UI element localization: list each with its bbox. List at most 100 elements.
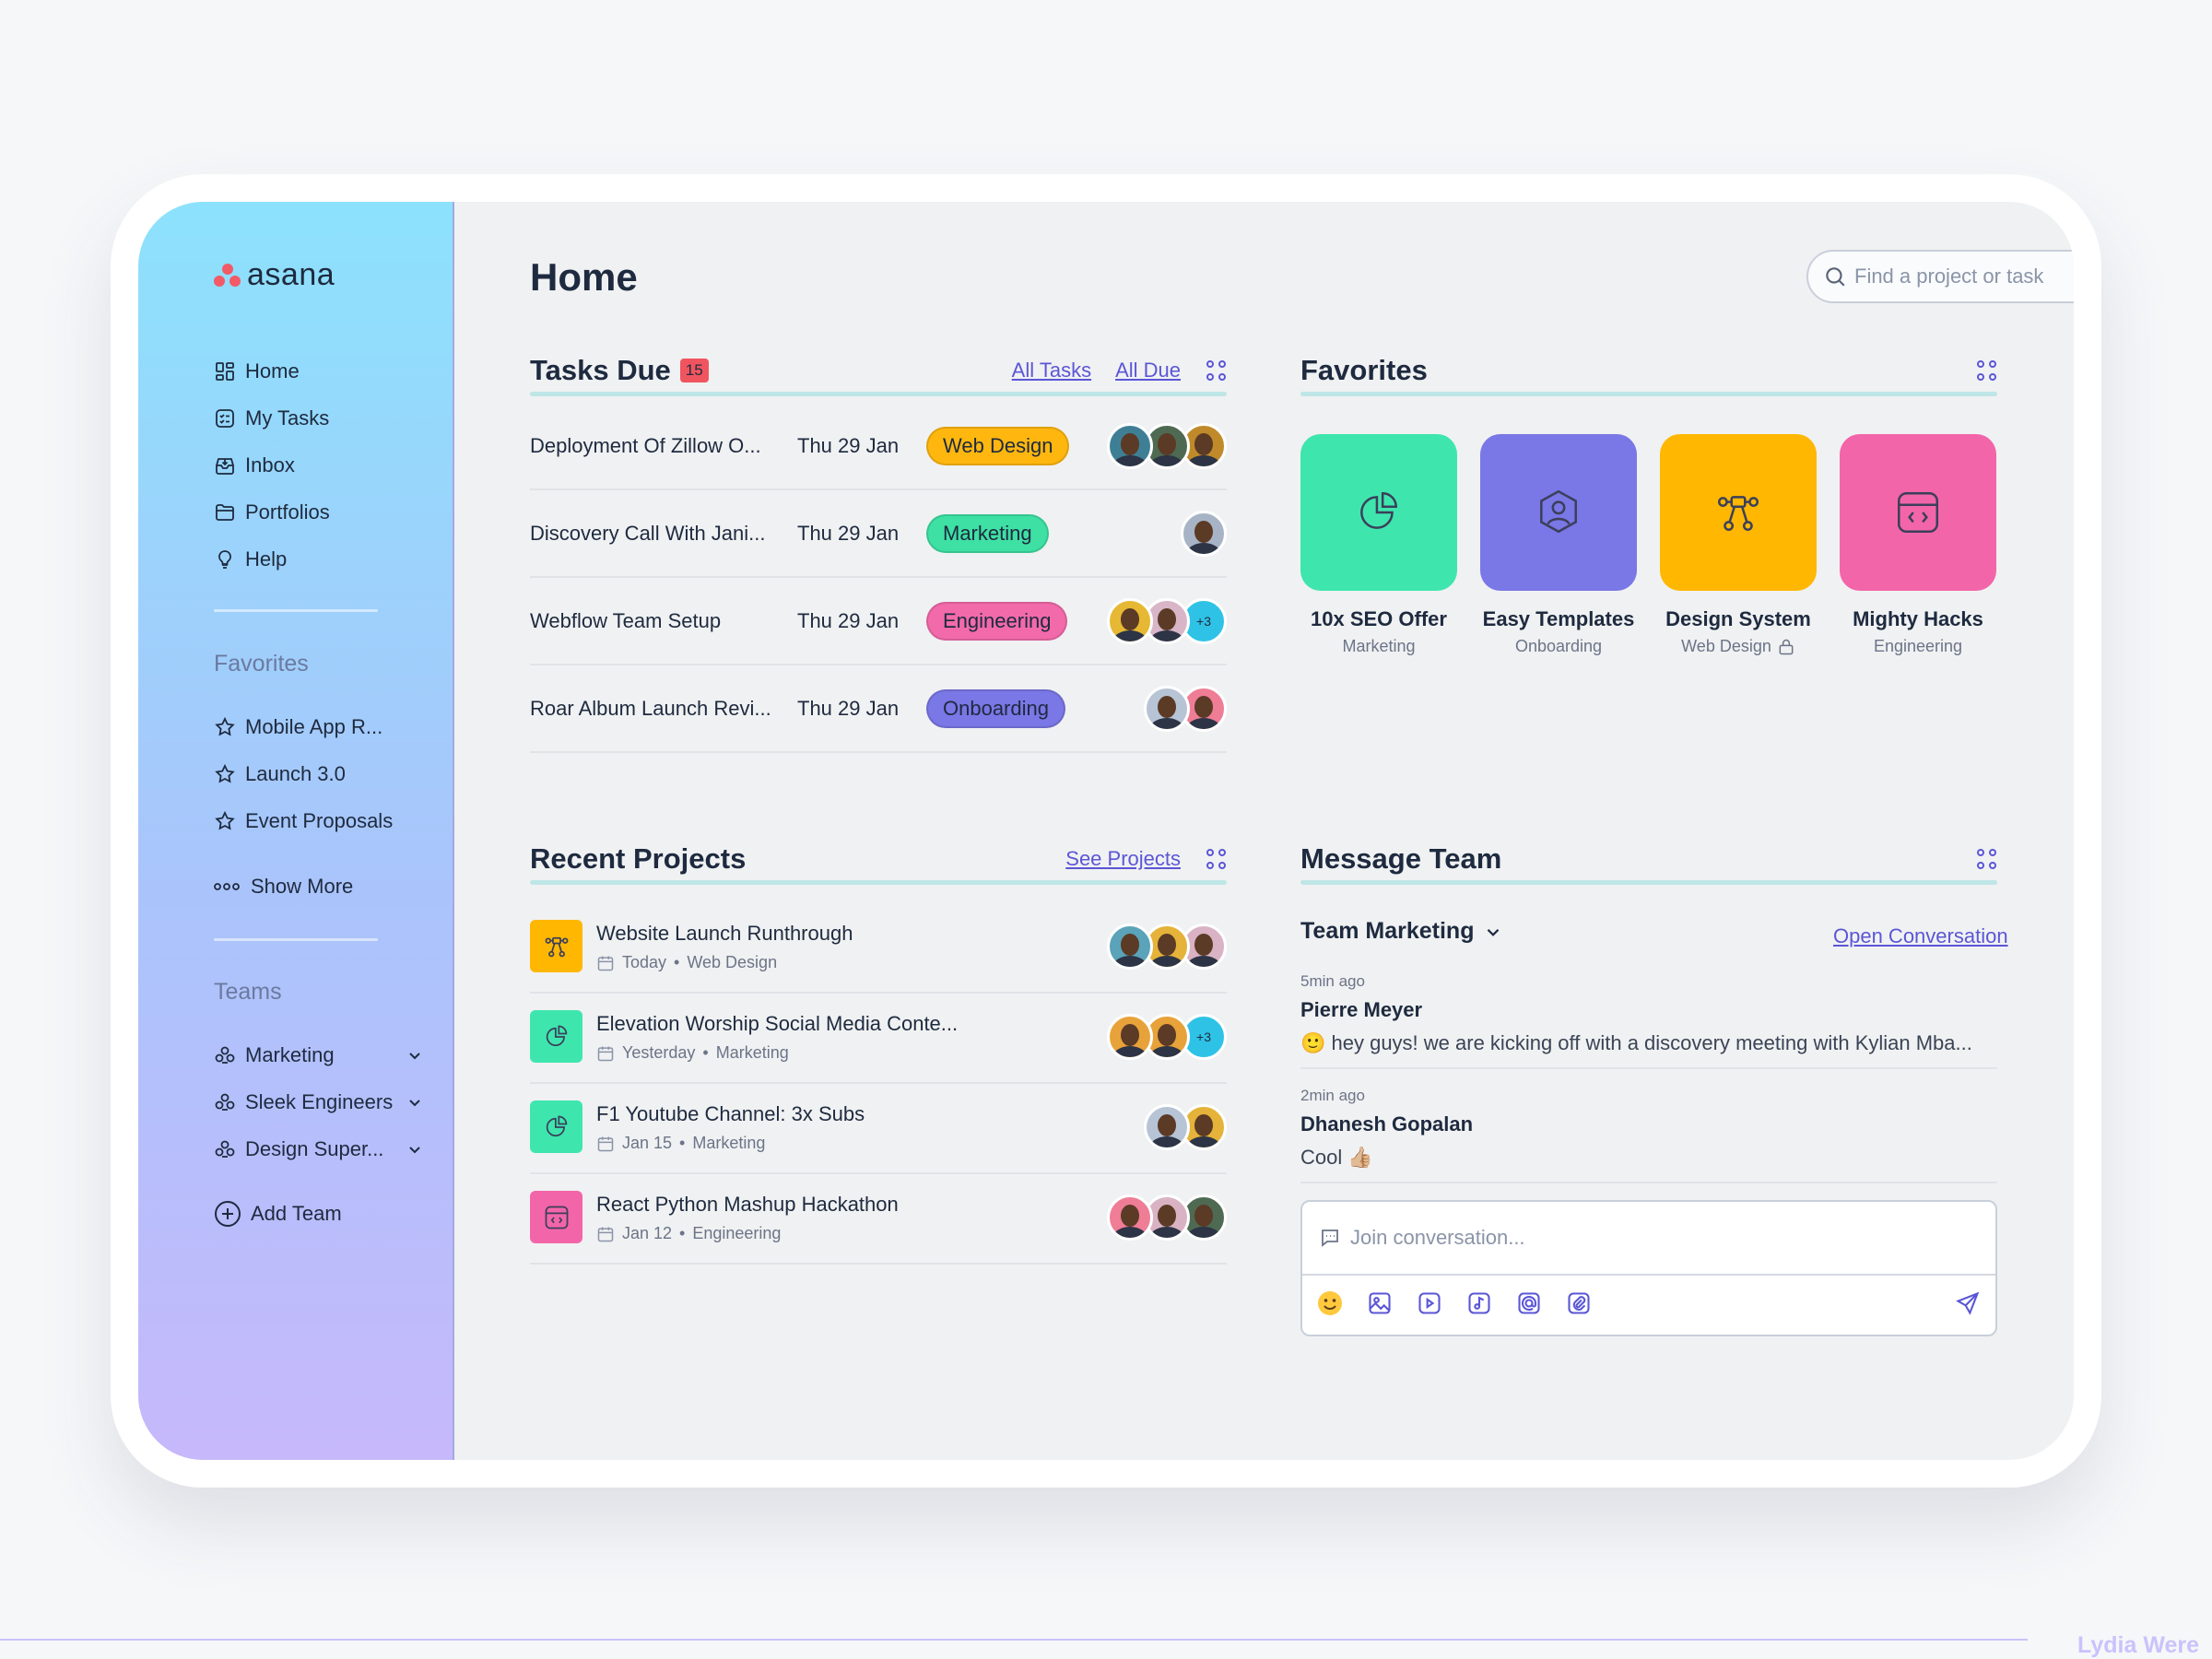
favorites-heading: Favorites <box>214 651 309 677</box>
nav-item-my-tasks[interactable]: My Tasks <box>214 406 330 431</box>
nav-item-home[interactable]: Home <box>214 359 330 384</box>
sidebar-team-item[interactable]: Design Super... <box>214 1136 424 1162</box>
tasks-header: Tasks Due 15 All Tasks All Due <box>530 352 1227 389</box>
add-team-button[interactable]: Add Team <box>214 1200 342 1228</box>
chevron-down-icon[interactable] <box>406 1140 424 1159</box>
sidebar-favorite-item[interactable]: Launch 3.0 <box>214 761 393 787</box>
task-name: Discovery Call With Jani... <box>530 521 766 545</box>
task-name: Webflow Team Setup <box>530 608 722 632</box>
avatar[interactable] <box>1107 598 1153 644</box>
project-row[interactable]: Website Launch Runthrough Today • Web De… <box>530 903 1227 994</box>
favorite-subtitle: Web Design <box>1660 637 1817 656</box>
sidebar-divider <box>214 938 378 941</box>
project-date: Jan 15 <box>622 1134 673 1152</box>
task-tag[interactable]: Web Design <box>926 426 1070 465</box>
music-icon[interactable] <box>1465 1288 1494 1318</box>
task-tag[interactable]: Onboarding <box>926 688 1065 728</box>
nav-item-portfolios[interactable]: Portfolios <box>214 500 330 525</box>
mention-icon[interactable] <box>1514 1288 1544 1318</box>
avatar[interactable] <box>1107 924 1153 970</box>
all-due-link[interactable]: All Due <box>1115 359 1181 382</box>
chevron-down-icon <box>1488 928 1500 936</box>
favorite-tile[interactable] <box>1840 434 1996 591</box>
task-name: Deployment Of Zillow O... <box>530 433 761 457</box>
chevron-down-icon[interactable] <box>406 1046 424 1065</box>
attachment-icon[interactable] <box>1564 1288 1594 1318</box>
sidebar-team-item[interactable]: Marketing <box>214 1042 424 1068</box>
grid-menu-icon[interactable] <box>1977 360 1997 381</box>
project-icon <box>530 1100 582 1153</box>
more-dots-icon <box>214 883 240 890</box>
avatar-stack <box>1144 1104 1227 1150</box>
task-tag[interactable]: Engineering <box>926 601 1068 641</box>
avatar[interactable] <box>1181 511 1227 557</box>
favorite-card[interactable]: Mighty Hacks Engineering <box>1840 434 1996 656</box>
main-nav: Home My Tasks Inbox Portfolios Help <box>214 359 330 572</box>
team-selector[interactable]: Team Marketing <box>1300 918 1503 945</box>
sidebar-favorite-item[interactable]: Mobile App R... <box>214 714 393 740</box>
show-more-button[interactable]: Show More <box>214 875 353 899</box>
projects-title: Recent Projects <box>530 842 747 875</box>
avatar-stack <box>1107 423 1227 469</box>
avatar[interactable] <box>1107 423 1153 469</box>
all-tasks-link[interactable]: All Tasks <box>1012 359 1091 382</box>
composer-input-area[interactable] <box>1302 1202 1995 1276</box>
project-row[interactable]: React Python Mashup Hackathon Jan 12 • E… <box>530 1174 1227 1265</box>
lock-icon <box>1779 639 1794 654</box>
image-icon[interactable] <box>1365 1288 1394 1318</box>
logo-text: asana <box>247 257 335 292</box>
favorite-tile[interactable] <box>1660 434 1817 591</box>
flow-icon <box>545 936 568 957</box>
asana-logo[interactable]: asana <box>214 257 335 293</box>
author-watermark: Lydia Were <box>2077 1632 2199 1658</box>
favorite-team: Web Design <box>1681 637 1771 655</box>
grid-menu-icon[interactable] <box>1206 360 1227 381</box>
task-row[interactable]: Webflow Team Setup Thu 29 Jan Engineerin… <box>530 578 1227 665</box>
task-tag[interactable]: Marketing <box>926 513 1049 553</box>
favorite-card[interactable]: Easy Templates Onboarding <box>1480 434 1637 656</box>
open-conversation-link[interactable]: Open Conversation <box>1833 924 2008 948</box>
project-name: F1 Youtube Channel: 3x Subs <box>596 1102 865 1125</box>
grid-menu-icon[interactable] <box>1206 849 1227 869</box>
avatar[interactable] <box>1107 1014 1153 1060</box>
nav-item-help[interactable]: Help <box>214 547 330 572</box>
projects-header: Recent Projects See Projects <box>530 841 1227 877</box>
avatar[interactable] <box>1144 1104 1190 1150</box>
show-more-label: Show More <box>251 875 354 898</box>
project-row[interactable]: Elevation Worship Social Media Conte... … <box>530 994 1227 1084</box>
task-date: Thu 29 Jan <box>797 608 900 632</box>
message-text: Cool 👍🏼 <box>1300 1146 1373 1169</box>
favorite-label: Mobile App R... <box>245 715 383 738</box>
task-row[interactable]: Deployment Of Zillow O... Thu 29 Jan Web… <box>530 403 1227 490</box>
project-icon <box>530 1191 582 1243</box>
sidebar-team-item[interactable]: Sleek Engineers <box>214 1089 424 1115</box>
project-icon <box>530 1010 582 1063</box>
sidebar-favorite-item[interactable]: Event Proposals <box>214 808 393 834</box>
meta-separator: • <box>679 1134 686 1152</box>
task-row[interactable]: Discovery Call With Jani... Thu 29 Jan M… <box>530 490 1227 578</box>
chevron-down-icon[interactable] <box>406 1093 424 1112</box>
add-team-label: Add Team <box>251 1202 342 1225</box>
join-conversation-input[interactable] <box>1350 1226 1903 1250</box>
emoji-icon[interactable] <box>1315 1288 1345 1318</box>
video-icon[interactable] <box>1415 1288 1444 1318</box>
project-meta: Jan 15 • Marketing <box>596 1134 765 1153</box>
favorite-card[interactable]: 10x SEO Offer Marketing <box>1300 434 1457 656</box>
favorite-card[interactable]: Design System Web Design <box>1660 434 1817 656</box>
checklist-icon <box>216 409 234 428</box>
avatar[interactable] <box>1107 1194 1153 1241</box>
favorite-tile[interactable] <box>1300 434 1457 591</box>
nav-item-inbox[interactable]: Inbox <box>214 453 330 478</box>
grid-menu-icon[interactable] <box>1977 849 1997 869</box>
send-icon[interactable] <box>1953 1288 1983 1318</box>
see-projects-link[interactable]: See Projects <box>1065 847 1181 871</box>
favorite-subtitle: Onboarding <box>1480 637 1637 656</box>
task-date: Thu 29 Jan <box>797 433 900 457</box>
search-box[interactable] <box>1806 250 2074 303</box>
avatar[interactable] <box>1144 686 1190 732</box>
task-row[interactable]: Roar Album Launch Revi... Thu 29 Jan Onb… <box>530 665 1227 753</box>
favorite-tile[interactable] <box>1480 434 1637 591</box>
search-input[interactable] <box>1854 265 2074 288</box>
favorite-label: Event Proposals <box>245 809 394 832</box>
project-row[interactable]: F1 Youtube Channel: 3x Subs Jan 15 • Mar… <box>530 1084 1227 1174</box>
